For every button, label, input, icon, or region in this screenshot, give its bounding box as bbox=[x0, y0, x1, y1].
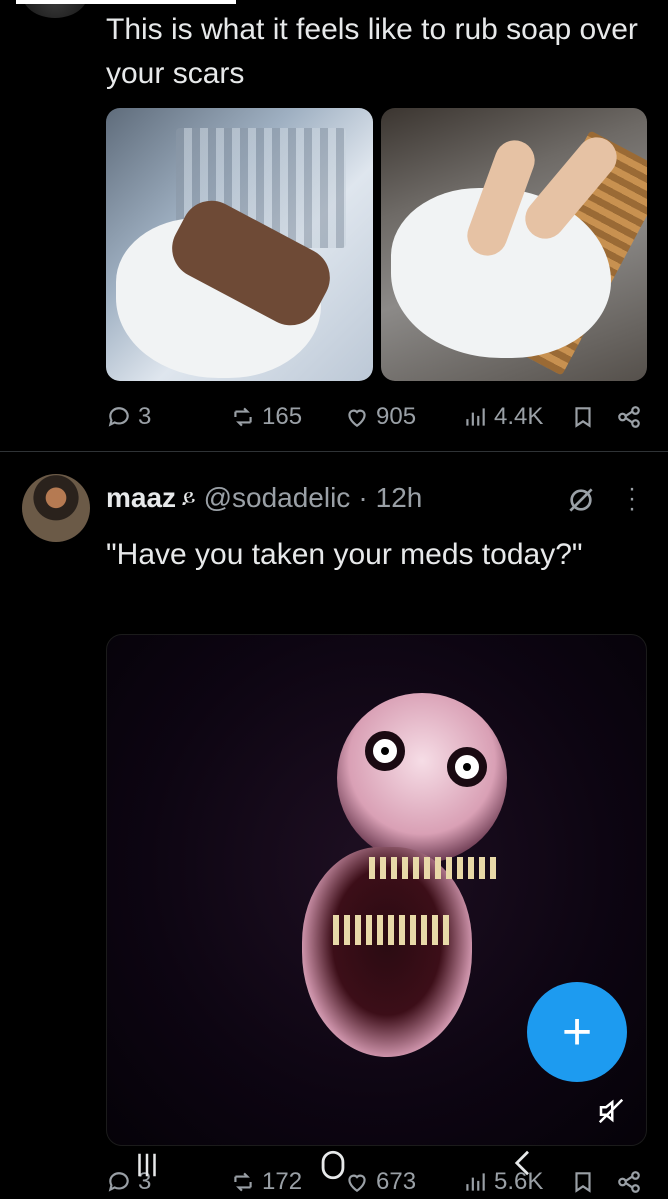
reply-count: 3 bbox=[138, 403, 152, 430]
author-badge: ይ bbox=[182, 485, 196, 510]
like-icon bbox=[348, 409, 366, 427]
compose-button[interactable]: + bbox=[527, 982, 627, 1082]
nav-recents-icon[interactable] bbox=[132, 1150, 162, 1180]
nav-back-icon[interactable] bbox=[508, 1148, 538, 1178]
teeth-upper bbox=[369, 857, 499, 879]
mute-icon[interactable] bbox=[596, 1096, 626, 1126]
repost-button[interactable]: 165 bbox=[230, 403, 302, 431]
repost-icon bbox=[234, 1172, 252, 1192]
avatar[interactable] bbox=[22, 474, 90, 542]
media-grid[interactable] bbox=[106, 108, 647, 381]
eye-left bbox=[365, 731, 405, 771]
grok-icon[interactable] bbox=[565, 484, 597, 516]
reply-icon bbox=[108, 1172, 129, 1192]
share-button[interactable] bbox=[616, 1169, 642, 1195]
author-name[interactable]: maaz bbox=[106, 482, 176, 514]
scroll-indicator bbox=[16, 0, 236, 4]
tweet-header: maaz ይ @sodadelic · 12h bbox=[106, 478, 422, 518]
tweet-text: This is what it feels like to rub soap o… bbox=[106, 13, 638, 90]
nav-home-icon[interactable] bbox=[316, 1148, 350, 1182]
repost-count: 172 bbox=[262, 1168, 303, 1195]
share-icon bbox=[618, 406, 640, 428]
tweet-actions: 3 172 673 5.6K bbox=[106, 1165, 651, 1199]
like-count: 905 bbox=[376, 403, 417, 430]
like-count: 673 bbox=[376, 1168, 417, 1195]
views-button[interactable]: 4.4K bbox=[462, 403, 543, 431]
author-handle[interactable]: @sodadelic bbox=[204, 482, 351, 514]
views-icon bbox=[466, 1173, 485, 1191]
media-image-washtub[interactable] bbox=[380, 108, 647, 381]
media-image-washboard-hand[interactable] bbox=[106, 108, 373, 381]
repost-icon bbox=[234, 407, 252, 427]
reply-button[interactable]: 3 bbox=[106, 403, 151, 431]
like-button[interactable]: 673 bbox=[344, 1168, 416, 1196]
bookmark-icon bbox=[575, 1172, 591, 1193]
reply-icon bbox=[108, 407, 129, 427]
share-icon bbox=[618, 1171, 640, 1193]
more-icon[interactable]: · · · bbox=[620, 477, 644, 521]
tweet-time[interactable]: 12h bbox=[376, 482, 423, 514]
bookmark-icon bbox=[575, 407, 591, 428]
repost-count: 165 bbox=[262, 403, 303, 430]
bookmark-button[interactable] bbox=[570, 404, 596, 430]
like-button[interactable]: 905 bbox=[344, 403, 416, 431]
tweet-divider bbox=[0, 451, 668, 452]
share-button[interactable] bbox=[616, 404, 642, 430]
eye-right bbox=[447, 747, 487, 787]
repost-button[interactable]: 172 bbox=[230, 1168, 302, 1196]
tweet-actions: 3 165 905 4.4K bbox=[106, 400, 651, 434]
bookmark-button[interactable] bbox=[570, 1169, 596, 1195]
views-count: 4.4K bbox=[494, 403, 544, 430]
tweet-text: "Have you taken your meds today?" bbox=[106, 538, 583, 571]
teeth-lower bbox=[333, 915, 453, 945]
compose-icon: + bbox=[561, 1003, 593, 1061]
separator-dot: · bbox=[358, 482, 368, 513]
views-icon bbox=[466, 408, 485, 426]
